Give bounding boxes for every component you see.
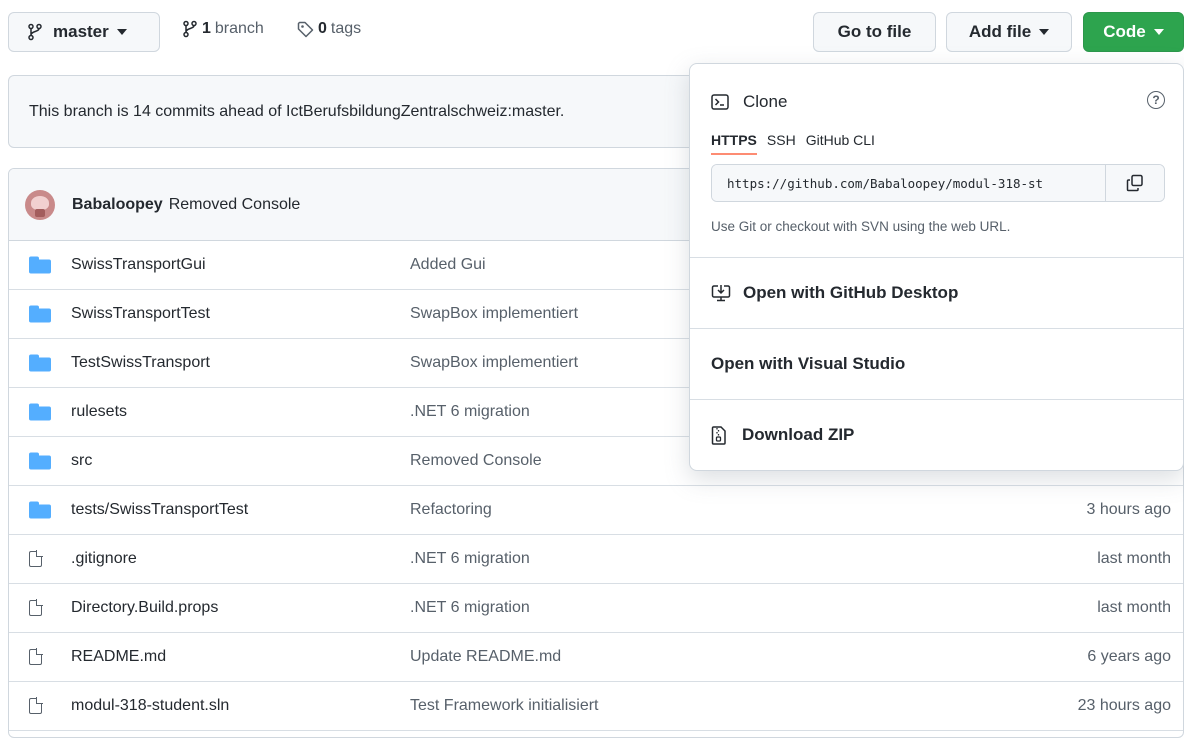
open-visual-studio-item[interactable]: Open with Visual Studio xyxy=(690,329,1183,400)
git-branch-icon xyxy=(28,23,42,41)
branch-ahead-text: This branch is 14 commits ahead of IctBe… xyxy=(29,102,565,120)
clone-popup: Clone ? HTTPS SSH GitHub CLI https://git… xyxy=(689,63,1184,471)
commit-message-link[interactable]: .NET 6 migration xyxy=(410,403,530,421)
file-name-link[interactable]: tests/SwissTransportTest xyxy=(71,501,248,519)
commit-message-link[interactable]: SwapBox implementiert xyxy=(410,305,578,323)
add-file-button[interactable]: Add file xyxy=(946,12,1072,52)
commit-age: 3 hours ago xyxy=(1086,501,1171,518)
clone-url-input[interactable]: https://github.com/Babaloopey/modul-318-… xyxy=(712,165,1105,201)
tag-count: 0 xyxy=(318,20,327,37)
commit-message-link[interactable]: Refactoring xyxy=(410,501,492,519)
folder-icon xyxy=(29,452,51,470)
tags-link[interactable]: 0 tags xyxy=(297,20,361,38)
chevron-down-icon xyxy=(116,29,127,35)
file-name-link[interactable]: .gitignore xyxy=(71,550,137,568)
table-row[interactable]: .gitignore .NET 6 migration last month xyxy=(9,535,1183,584)
clone-section: Clone ? HTTPS SSH GitHub CLI https://git… xyxy=(690,64,1183,258)
commit-message-link[interactable]: Removed Console xyxy=(410,452,542,470)
go-to-file-label: Go to file xyxy=(837,22,912,41)
folder-icon xyxy=(29,501,51,519)
desktop-download-icon xyxy=(711,285,731,302)
commit-age: 6 years ago xyxy=(1087,648,1171,665)
code-label: Code xyxy=(1103,22,1146,41)
terminal-icon xyxy=(711,94,729,110)
clone-header: Clone xyxy=(711,92,787,112)
tag-word: tags xyxy=(330,20,362,37)
tab-github-cli[interactable]: GitHub CLI xyxy=(806,132,875,155)
download-zip-label: Download ZIP xyxy=(742,425,855,444)
file-name-link[interactable]: Directory.Build.props xyxy=(71,599,218,617)
copy-url-button[interactable] xyxy=(1105,165,1164,201)
chevron-down-icon xyxy=(1039,29,1050,35)
file-name-link[interactable]: README.md xyxy=(71,648,166,666)
commit-message-link[interactable]: .NET 6 migration xyxy=(410,599,530,617)
folder-icon xyxy=(29,354,51,372)
tag-icon xyxy=(297,21,314,37)
branch-name: master xyxy=(53,22,109,41)
commit-age: 23 hours ago xyxy=(1077,697,1171,714)
commit-age: last month xyxy=(1097,599,1171,616)
commit-message-link[interactable]: .NET 6 migration xyxy=(410,550,530,568)
commit-message-link[interactable]: SwapBox implementiert xyxy=(410,354,578,372)
branch-count: 1 xyxy=(202,20,211,37)
open-desktop-item[interactable]: Open with GitHub Desktop xyxy=(690,258,1183,329)
add-file-label: Add file xyxy=(968,22,1032,41)
file-icon xyxy=(29,648,43,665)
clone-tabs: HTTPS SSH GitHub CLI xyxy=(711,132,875,155)
clone-title: Clone xyxy=(743,92,788,111)
clone-url-group: https://github.com/Babaloopey/modul-318-… xyxy=(711,164,1165,202)
go-to-file-button[interactable]: Go to file xyxy=(813,12,936,52)
file-icon xyxy=(29,550,43,567)
file-name-link[interactable]: rulesets xyxy=(71,403,127,421)
file-icon xyxy=(29,599,43,616)
help-icon[interactable]: ? xyxy=(1147,91,1165,109)
branch-select-button[interactable]: master xyxy=(8,12,160,52)
file-icon xyxy=(29,697,43,714)
folder-icon xyxy=(29,305,51,323)
download-zip-item[interactable]: Download ZIP xyxy=(690,400,1183,470)
table-row[interactable]: tests/SwissTransportTest Refactoring 3 hou… xyxy=(9,486,1183,535)
file-name-link[interactable]: TestSwissTransport xyxy=(71,354,210,372)
file-name-link[interactable]: SwissTransportTest xyxy=(71,305,210,323)
git-branch-icon xyxy=(183,20,197,38)
commit-age: last month xyxy=(1097,550,1171,567)
commit-author[interactable]: Babaloopey xyxy=(72,196,163,214)
table-row[interactable]: README.md Update README.md 6 years ago xyxy=(9,633,1183,682)
file-name-link[interactable]: src xyxy=(71,452,92,470)
tab-https[interactable]: HTTPS xyxy=(711,132,757,155)
file-name-link[interactable]: modul-318-student.sln xyxy=(71,697,229,715)
open-desktop-label: Open with GitHub Desktop xyxy=(743,283,959,302)
file-zip-icon xyxy=(711,425,726,445)
folder-icon xyxy=(29,403,51,421)
table-row[interactable]: Directory.Build.props .NET 6 migration las… xyxy=(9,584,1183,633)
chevron-down-icon xyxy=(1153,29,1164,35)
commit-message-link[interactable]: Update README.md xyxy=(410,648,561,666)
avatar[interactable] xyxy=(25,189,55,220)
commit-message[interactable]: Removed Console xyxy=(169,196,301,214)
commit-message-link[interactable]: Added Gui xyxy=(410,256,486,274)
branch-word: branch xyxy=(214,20,264,37)
clone-hint: Use Git or checkout with SVN using the w… xyxy=(711,219,1011,234)
code-button[interactable]: Code xyxy=(1083,12,1184,52)
folder-icon xyxy=(29,256,51,274)
branch-ahead-notice: This branch is 14 commits ahead of IctBe… xyxy=(8,75,708,148)
copy-icon xyxy=(1126,174,1143,192)
open-vs-label: Open with Visual Studio xyxy=(711,354,906,373)
file-name-link[interactable]: SwissTransportGui xyxy=(71,256,206,274)
tab-ssh[interactable]: SSH xyxy=(767,132,796,155)
commit-message-link[interactable]: Test Framework initialisiert xyxy=(410,697,598,715)
branches-link[interactable]: 1 branch xyxy=(182,20,264,38)
